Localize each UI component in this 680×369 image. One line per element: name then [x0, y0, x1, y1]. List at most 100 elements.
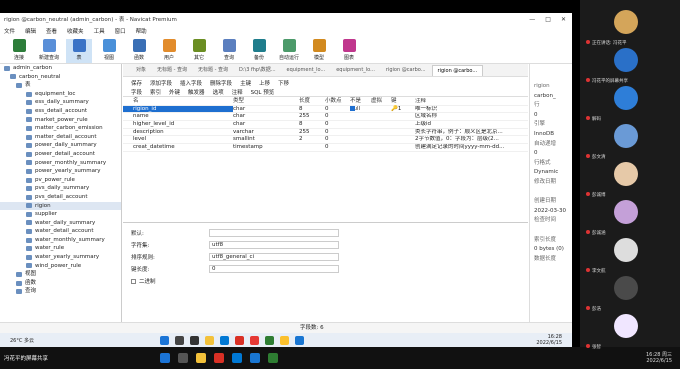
tree-table-pvs_daily_summary[interactable]: pvs_daily_summary — [0, 184, 121, 193]
tab-4[interactable]: equipment_lo... — [282, 65, 331, 76]
field-comment[interactable]: 类长字符串，例子：顺义区是北京... — [415, 129, 525, 136]
tree-table-ess_daily_summary[interactable]: ess_daily_summary — [0, 98, 121, 107]
close-button[interactable]: ✕ — [561, 16, 566, 23]
menu-file[interactable]: 文件 — [4, 27, 15, 35]
tree-table-matter_carbon_emission[interactable]: matter_carbon_emission — [0, 124, 121, 133]
field-type[interactable]: char — [233, 121, 299, 128]
tree-table-supplier[interactable]: supplier — [0, 210, 121, 219]
participant-tile[interactable]: 李文航 — [586, 234, 676, 274]
action-3[interactable]: 删除字段 — [210, 79, 232, 87]
meeting-icon[interactable] — [295, 335, 304, 345]
participant-tile[interactable]: 彭文清 — [586, 120, 676, 160]
tree-group-1[interactable]: 函数 — [0, 279, 121, 288]
field-notnull[interactable] — [350, 129, 371, 136]
host-search-icon[interactable] — [178, 353, 188, 363]
tree-table-pv_power_rule[interactable]: pv_power_rule — [0, 176, 121, 185]
tab-3[interactable]: D:\3 fhp\数据... — [234, 65, 281, 76]
field-type[interactable]: char — [233, 106, 299, 113]
task-view-icon[interactable] — [190, 335, 199, 345]
toolbar-button-backup[interactable]: 备份 — [246, 39, 272, 63]
action-0[interactable]: 保存 — [131, 79, 142, 87]
field-comment[interactable]: 唯一标识 — [415, 106, 525, 113]
field-comment[interactable]: 2字节数值，0：字段为：层级(2... — [415, 136, 525, 143]
toolbar-button-chart[interactable]: 图表 — [336, 39, 362, 63]
participant-tile[interactable]: 彭诚涵 — [586, 196, 676, 236]
binary-row[interactable]: 二进制 — [123, 275, 528, 287]
action-5[interactable]: 上移 — [259, 79, 270, 87]
tree-table-water_yearly_summary[interactable]: water_yearly_summary — [0, 253, 121, 262]
wechat-icon[interactable] — [265, 335, 274, 345]
prop-value[interactable]: utf8_general_ci — [209, 253, 339, 261]
participant-tile[interactable]: 彭诚博 — [586, 158, 676, 198]
subtab-5[interactable]: 注释 — [232, 88, 243, 96]
field-type[interactable]: smallint — [233, 136, 299, 143]
field-virtual[interactable] — [371, 106, 391, 113]
tree-group-tables[interactable]: 表 — [0, 81, 121, 90]
field-length[interactable]: 255 — [299, 129, 325, 136]
field-notnull[interactable] — [350, 121, 371, 128]
field-comment[interactable]: 区域名称 — [415, 113, 525, 120]
toolbar-button-table[interactable]: 表 — [66, 39, 92, 63]
menu-view[interactable]: 查看 — [46, 27, 57, 35]
tree-table-water_daily_summary[interactable]: water_daily_summary — [0, 219, 121, 228]
tree-table-power_daily_summary[interactable]: power_daily_summary — [0, 141, 121, 150]
action-1[interactable]: 添加字段 — [150, 79, 172, 87]
field-decimals[interactable]: 0 — [325, 144, 350, 151]
field-decimals[interactable]: 0 — [325, 106, 350, 113]
action-6[interactable]: 下移 — [278, 79, 289, 87]
grid-row[interactable]: description varchar 255 0 类长字符串，例子：顺义区是北京... — [123, 129, 528, 137]
subtab-4[interactable]: 选项 — [213, 88, 224, 96]
field-name[interactable]: description — [123, 129, 233, 136]
field-notnull[interactable] — [350, 113, 371, 120]
field-name[interactable]: rigion_id — [123, 105, 233, 113]
toolbar-button-automation[interactable]: 自动运行 — [276, 39, 302, 63]
participant-tile[interactable]: 解码 — [586, 82, 676, 122]
tab-7[interactable]: rigion @carbo... — [431, 65, 484, 76]
minimize-button[interactable]: — — [529, 16, 535, 23]
tree-group-2[interactable]: 查询 — [0, 287, 121, 296]
prop-value[interactable] — [209, 229, 339, 237]
search-icon[interactable] — [175, 335, 184, 345]
tab-1[interactable]: 无标题 - 查询 — [152, 65, 192, 76]
tab-6[interactable]: rigion @carbo... — [381, 65, 431, 76]
tree-table-matter_detail_account[interactable]: matter_detail_account — [0, 133, 121, 142]
tree-table-water_rule[interactable]: water_rule — [0, 244, 121, 253]
edge-icon[interactable] — [220, 335, 229, 345]
field-decimals[interactable]: 0 — [325, 129, 350, 136]
tab-0[interactable]: 对象 — [131, 65, 151, 76]
prop-value[interactable]: 0 — [209, 265, 339, 273]
chrome-icon[interactable] — [235, 335, 244, 345]
grid-row[interactable]: creat_datetime timestamp 0 创建满足记录的时间yyyy-mm… — [123, 144, 528, 152]
menu-edit[interactable]: 编辑 — [25, 27, 36, 35]
host-edge-icon[interactable] — [232, 353, 242, 363]
field-type[interactable]: varchar — [233, 129, 299, 136]
field-comment[interactable]: 创建满足记录的时间yyyy-mm-dd... — [415, 144, 525, 151]
subtab-1[interactable]: 索引 — [150, 88, 161, 96]
subtab-2[interactable]: 外键 — [169, 88, 180, 96]
menu-tools[interactable]: 工具 — [94, 27, 105, 35]
field-notnull[interactable] — [350, 105, 371, 113]
subtab-3[interactable]: 触发器 — [188, 88, 205, 96]
windows-start-icon[interactable] — [160, 335, 169, 345]
participant-tile[interactable]: 正在讲话: 冯花平 — [586, 6, 676, 46]
menu-help[interactable]: 帮助 — [136, 27, 147, 35]
file-explorer-icon[interactable] — [205, 335, 214, 345]
tree-table-market_power_rule[interactable]: market_power_rule — [0, 116, 121, 125]
field-length[interactable] — [299, 144, 325, 151]
field-length[interactable]: 255 — [299, 113, 325, 120]
grid-row[interactable]: level smallint 2 0 2字节数值，0：字段为：层级(2... — [123, 136, 528, 145]
action-4[interactable]: 主键 — [240, 79, 251, 87]
field-name[interactable]: creat_datetime — [123, 144, 233, 151]
field-name[interactable]: higher_level_id — [123, 121, 233, 128]
tree-table-water_monthly_summary[interactable]: water_monthly_summary — [0, 236, 121, 245]
binary-checkbox[interactable] — [131, 278, 136, 284]
field-length[interactable]: 8 — [299, 106, 325, 113]
toolbar-button-connection[interactable]: 连接 — [6, 39, 32, 63]
menu-favorites[interactable]: 收藏夹 — [67, 27, 84, 35]
taskbar-clock[interactable]: 16:28 2022/6/15 — [536, 334, 572, 346]
field-notnull[interactable] — [350, 136, 371, 143]
field-virtual[interactable] — [371, 129, 391, 136]
field-comment[interactable]: 上级id — [415, 121, 525, 128]
participant-tile[interactable]: 张智 — [586, 310, 676, 350]
navicat-icon[interactable] — [280, 335, 289, 345]
